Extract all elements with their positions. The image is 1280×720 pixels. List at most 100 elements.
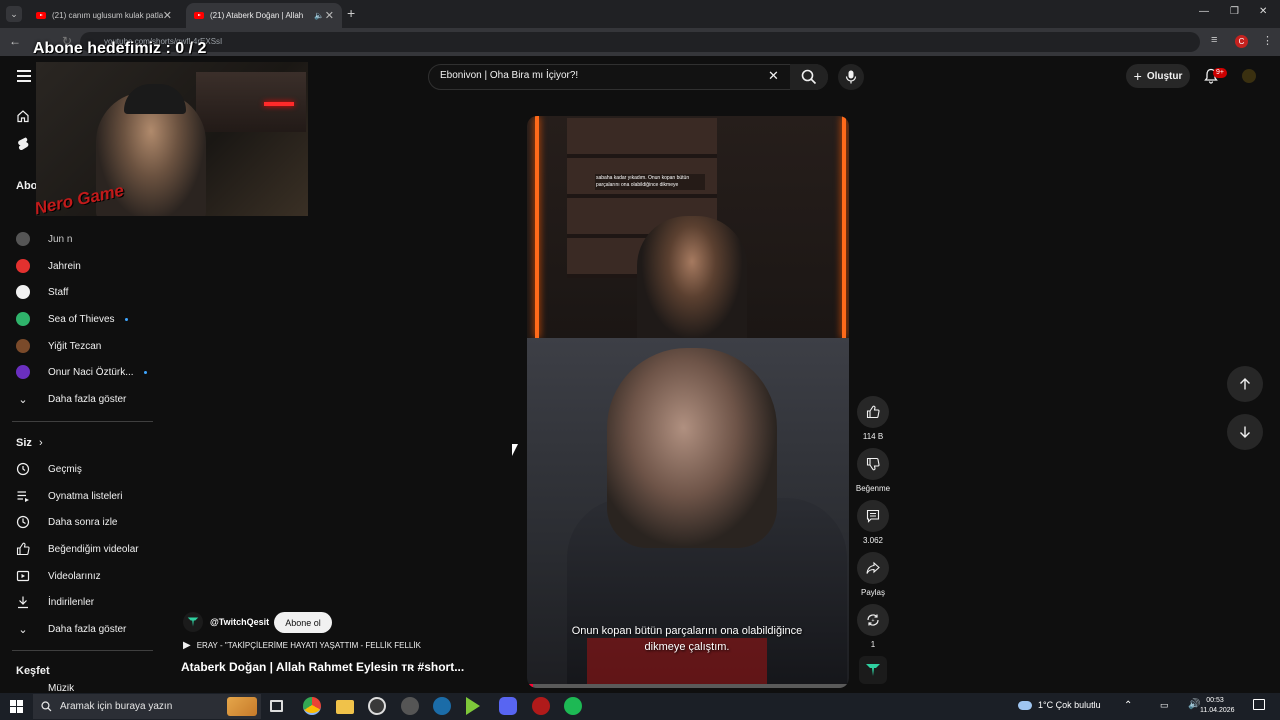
sidebar-item-downloads[interactable]: İndirilenler [16,592,94,612]
new-content-dot [124,317,128,321]
video-progress-bar[interactable] [527,684,849,688]
obs-app-icon[interactable] [368,697,386,715]
voice-search-button[interactable] [838,64,864,90]
sidebar-item-shorts[interactable] [16,133,30,153]
subscriber-goal-overlay: Abone hedefimiz : 0 / 2 [33,40,207,57]
notifications-badge: 9+ [1213,68,1227,78]
channel-name: Yiğit Tezcan [48,340,102,352]
previous-short-button[interactable] [1227,366,1263,402]
taskbar-search-box[interactable]: Aramak için buraya yazın [33,694,261,719]
show-more-label: Daha fazla göster [48,623,127,635]
webcam-streamer-cap [124,84,186,114]
clear-search-icon[interactable]: ✕ [768,68,779,84]
you-section-title[interactable]: Siz › [16,437,43,449]
file-explorer-icon[interactable] [336,700,354,714]
tab-close-icon[interactable]: ✕ [163,9,172,22]
menu-hamburger-icon[interactable] [17,70,31,82]
sidebar-item-history[interactable]: Geçmiş [16,459,82,479]
sidebar-item-watch-later[interactable]: Daha sonra izle [16,512,117,532]
browser-tab-1[interactable]: (21) canım uglusum kulak patla ✕ [28,3,180,28]
channel-avatar [16,365,30,379]
sidebar-show-more-subscriptions[interactable]: ⌄ Daha fazla göster [16,389,126,409]
you-section-label: Siz [16,437,32,449]
like-button[interactable] [857,396,889,428]
sidebar-channel-onur-naci[interactable]: Onur Naci Öztürk... [16,362,147,382]
remix-button[interactable]: + [857,604,889,636]
sidebar-item-label: Oynatma listeleri [48,490,123,502]
sidebar-channel-jahrein[interactable]: Jahrein [16,256,81,276]
spotify-app-icon[interactable] [564,697,582,715]
sidebar-item-channel-partial[interactable]: Jun n [16,229,72,249]
next-short-button[interactable] [1227,414,1263,450]
subscriptions-section-title[interactable]: Abo [16,180,37,192]
video-subtitle: Onun kopan bütün parçalarını ona olabild… [571,625,803,653]
sidebar-item-music-partial[interactable]: Müzik [16,684,74,693]
browser-menu-icon[interactable]: ⋮ [1262,34,1273,47]
volume-icon[interactable]: 🔊 [1188,699,1200,710]
channel-avatar[interactable] [183,612,203,632]
browser-tab-2[interactable]: (21) Ataberk Doğan | Allah 🔈 ✕ [186,3,342,28]
sidebar-item-liked-videos[interactable]: Beğendiğim videolar [16,539,139,559]
youtube-favicon-icon [194,12,204,19]
network-icon[interactable]: ▭ [1160,700,1169,711]
media-control-icon[interactable]: ≡ [1211,34,1217,46]
dislike-button[interactable] [857,448,889,480]
play-icon: ▶ [183,640,191,651]
sidebar-item-label: Geçmiş [48,463,82,475]
sidebar-show-more-you[interactable]: ⌄ Daha fazla göster [16,619,126,639]
audio-channel-thumbnail[interactable] [859,656,887,684]
video-neon-edge-left [535,116,539,338]
restore-button[interactable]: ❐ [1230,6,1239,17]
arrow-down-icon [1240,426,1250,438]
subscribe-button[interactable]: Abone ol [274,612,332,633]
home-icon [17,110,29,123]
back-button[interactable]: ← [9,34,21,48]
new-content-dot [143,370,147,374]
sidebar-item-playlists[interactable]: Oynatma listeleri [16,486,122,506]
close-window-button[interactable]: ✕ [1259,6,1267,17]
taskbar-clock[interactable]: 00:53 11.04.2026 [1200,696,1235,716]
share-button[interactable] [857,552,889,584]
sidebar-item-home[interactable] [16,106,30,126]
search-button[interactable] [790,64,828,90]
tab-search-button[interactable]: ⌄ [6,6,22,22]
channel-name[interactable]: @TwitchQesit [210,617,269,627]
music-attribution[interactable]: ▶ ERAY - "TAKİPÇİLERİME HAYATI YAŞATTIM … [183,640,421,651]
address-bar[interactable]: youtube.com/shorts/gwfL4rEXSsI [80,32,1200,52]
sidebar-channel-yigit-tezcan[interactable]: Yiğit Tezcan [16,336,101,356]
game-app-icon[interactable] [532,697,550,715]
system-tray-chevron-icon[interactable]: ⌃ [1124,700,1132,711]
shorts-video-player[interactable]: sabaha kadar yıkadım. Onun kopan bütün p… [527,116,849,688]
video-title[interactable]: Ataberk Doğan | Allah Rahmet Eylesin ᴛʀ … [181,660,464,674]
new-tab-button[interactable]: + [347,5,355,21]
notification-center-icon[interactable] [1253,699,1265,710]
browser-app-icon[interactable] [401,697,419,715]
comments-button[interactable] [857,500,889,532]
search-highlight-image [227,697,257,716]
chrome-app-icon[interactable] [303,697,321,715]
taskbar-weather[interactable]: 1°C Çok bulutlu [1018,700,1101,710]
minimize-button[interactable]: — [1199,6,1209,17]
sidebar-item-your-videos[interactable]: Videolarınız [16,566,101,586]
share-label: Paylaş [860,588,885,597]
create-button[interactable]: + Oluştur [1126,64,1190,88]
discord-app-icon[interactable] [499,697,517,715]
music-title: ERAY - "TAKİPÇİLERİME HAYATI YAŞATTIM - … [196,641,421,650]
channel-avatar [16,259,30,273]
account-avatar[interactable] [1242,69,1256,83]
arrow-up-icon [1240,378,1250,390]
sidebar-divider [12,650,153,651]
shorts-icon [18,137,29,150]
tab-close-icon[interactable]: ✕ [325,9,334,22]
explore-section-title: Keşfet [16,665,50,677]
show-more-label: Daha fazla göster [48,393,127,405]
steam-app-icon[interactable] [433,697,451,715]
profile-avatar[interactable]: C [1235,35,1248,48]
task-view-icon[interactable] [270,700,283,712]
windows-start-icon[interactable] [10,700,23,713]
sidebar-channel-sea-of-thieves[interactable]: Sea of Thieves [16,309,128,329]
speaker-icon[interactable]: 🔈 [314,11,324,20]
remix-count: 1 [870,640,876,649]
launcher-app-icon[interactable] [466,697,480,715]
sidebar-channel-staff[interactable]: Staff [16,282,68,302]
